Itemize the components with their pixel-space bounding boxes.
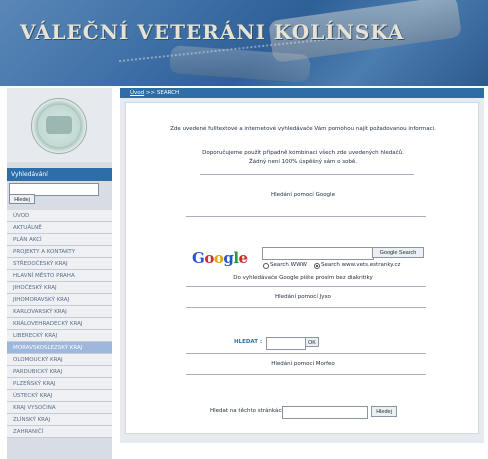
sidebar-menu-item[interactable]: ÚVOD	[7, 210, 112, 222]
google-search-button[interactable]: Google Search	[372, 247, 424, 258]
sidebar: Vyhledávání Hledej ÚVOD AKTUÁLNĚ PLÁN AKCÍ…	[7, 88, 112, 459]
divider	[186, 286, 426, 287]
google-logo-text: Google	[192, 249, 248, 267]
logo-area	[7, 88, 112, 162]
divider	[186, 374, 426, 375]
radio-search-site[interactable]	[314, 263, 320, 269]
sidebar-menu-item[interactable]: ZLÍNSKÝ KRAJ	[7, 414, 112, 426]
sidebar-menu-item[interactable]: KARLOVARSKÝ KRAJ	[7, 306, 112, 318]
sidebar-menu-item[interactable]: PLÁN AKCÍ	[7, 234, 112, 246]
veterans-logo	[31, 98, 87, 154]
sidebar-menu-item[interactable]: JIHOČESKÝ KRAJ	[7, 282, 112, 294]
sidebar-menu-item[interactable]: PLZEŇSKÝ KRAJ	[7, 378, 112, 390]
sidebar-menu-item[interactable]: LIBERECKÝ KRAJ	[7, 330, 112, 342]
sidebar-menu-item[interactable]: KRÁLOVEHRADECKÝ KRAJ	[7, 318, 112, 330]
sidebar-search-heading: Vyhledávání	[7, 168, 112, 181]
tip-line-2: Žádný není 100% úspěšný sám o sobě.	[248, 159, 358, 165]
breadcrumb: Úvod >> SEARCH	[120, 88, 484, 98]
search-content: Zde uvedené fulltextové a internetové vy…	[125, 102, 479, 434]
page: VÁLEČNÍ VETERÁNI KOLÍNSKA Vyhledávání Hl…	[0, 0, 488, 459]
radio-search-site-label: Search www.vets.estranky.cz	[321, 262, 401, 268]
google-search-input[interactable]	[262, 247, 374, 260]
sidebar-menu-item[interactable]: MORAVSKOSLEZSKÝ KRAJ	[7, 342, 112, 354]
breadcrumb-separator: >>	[144, 90, 157, 96]
intro-text: Zde uvedené fulltextové a internetové vy…	[170, 126, 436, 132]
sidebar-menu-item[interactable]: OLOMOUCKÝ KRAJ	[7, 354, 112, 366]
site-search-label: Hledat na těchto stránkách	[210, 408, 285, 414]
sidebar-menu: ÚVOD AKTUÁLNĚ PLÁN AKCÍ PROJEKTY A KONTAKTY…	[7, 210, 112, 438]
sidebar-menu-item[interactable]: HLAVNÍ MĚSTO PRAHA	[7, 270, 112, 282]
google-heading: Hledání pomocí Google	[271, 192, 335, 198]
sidebar-menu-item[interactable]: JIHOMORAVSKÝ KRAJ	[7, 294, 112, 306]
sidebar-menu-item[interactable]: AKTUÁLNĚ	[7, 222, 112, 234]
radio-search-www-label: Search WWW	[270, 262, 307, 268]
sidebar-menu-item[interactable]: PROJEKTY A KONTAKTY	[7, 246, 112, 258]
breadcrumb-home-link[interactable]: Úvod	[130, 90, 144, 96]
breadcrumb-current: SEARCH	[156, 90, 180, 96]
logo-emblem	[46, 116, 72, 134]
radio-search-www[interactable]	[263, 263, 269, 269]
sidebar-menu-item[interactable]: KRAJ VYSOČINA	[7, 402, 112, 414]
divider	[200, 174, 414, 175]
google-logo: Google	[192, 249, 248, 267]
google-note: Do vyhledávače Google pište prosím bez d…	[233, 275, 373, 281]
sidebar-menu-item[interactable]: STŘEDOČESKÝ KRAJ	[7, 258, 112, 270]
site-search-input[interactable]	[282, 406, 368, 419]
jyxo-ok-button[interactable]: OK	[305, 337, 319, 347]
divider	[186, 216, 426, 217]
jyxo-search-input[interactable]	[266, 337, 306, 350]
jyxo-label: HLEDAT :	[234, 339, 263, 345]
tip-line-1: Doporučujeme použít případně kombinaci v…	[202, 150, 404, 156]
sidebar-menu-item[interactable]: ÚSTECKÝ KRAJ	[7, 390, 112, 402]
morfeo-heading: Hledání pomocí Morfeo	[271, 361, 335, 367]
divider	[186, 353, 426, 354]
sidebar-search-button[interactable]: Hledej	[9, 194, 35, 204]
jyxo-heading: Hledání pomocí Jyxo	[275, 294, 331, 300]
site-search-button[interactable]: Hledej	[371, 406, 397, 417]
divider	[186, 307, 426, 308]
main-area: Úvod >> SEARCH Zde uvedené fulltextové a…	[120, 88, 484, 443]
header-banner: VÁLEČNÍ VETERÁNI KOLÍNSKA	[0, 0, 488, 86]
sidebar-menu-item[interactable]: ZAHRANIČÍ	[7, 426, 112, 438]
site-title: VÁLEČNÍ VETERÁNI KOLÍNSKA	[20, 20, 405, 44]
sidebar-menu-item[interactable]: PARDUBICKÝ KRAJ	[7, 366, 112, 378]
